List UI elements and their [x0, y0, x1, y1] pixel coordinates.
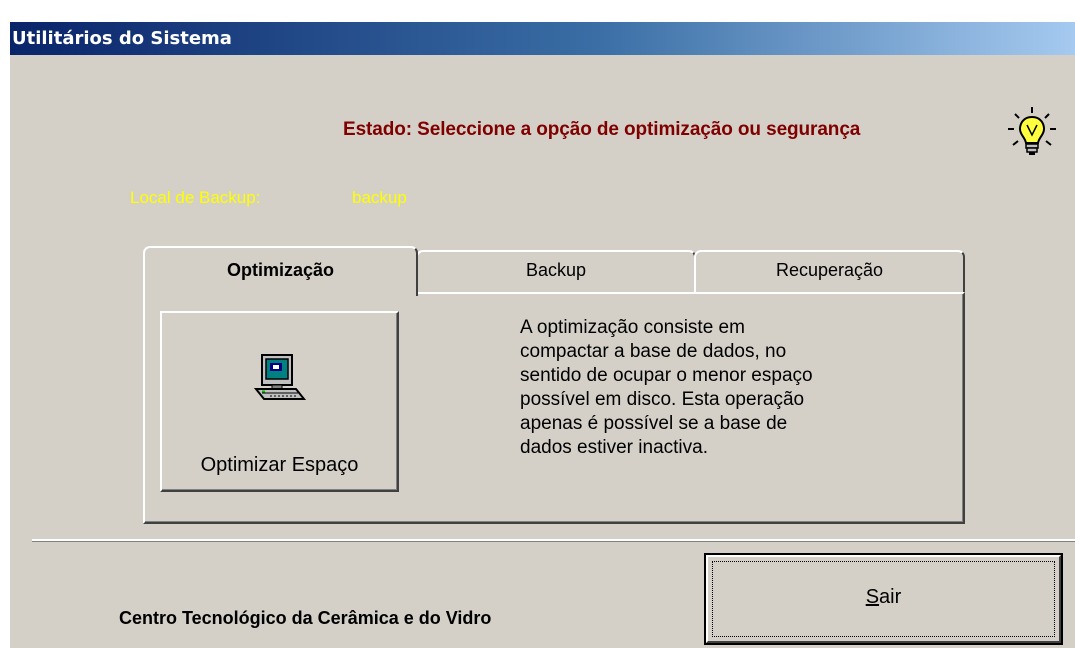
optimize-space-button[interactable]: Optimizar Espaço [160, 311, 399, 492]
optimization-tab-panel: Optimizar Espaço A optimização consiste … [143, 292, 965, 524]
computer-icon [253, 354, 307, 400]
exit-button-label: Sair [706, 586, 1061, 609]
tab-optimization[interactable]: Optimização [143, 246, 418, 296]
utilities-window: Utilitários do Sistema Estado: Seleccion… [8, 22, 1075, 648]
title-bar[interactable]: Utilitários do Sistema [10, 22, 1075, 55]
exit-access-key: S [865, 586, 880, 608]
tab-optimization-label: Optimização [226, 260, 335, 280]
status-text: Estado: Seleccione a opção de optimizaçã… [343, 119, 861, 140]
backup-location-value: backup [352, 188, 407, 207]
backup-location-label: Local de Backup: [130, 188, 261, 207]
tab-backup[interactable]: Backup [416, 250, 696, 292]
tab-backup-label: Backup [525, 260, 587, 280]
lightbulb-icon [1008, 107, 1056, 155]
separator-line [32, 539, 1075, 542]
tab-recovery[interactable]: Recuperação [694, 250, 965, 292]
tab-recovery-label: Recuperação [775, 260, 884, 280]
organization-name: Centro Tecnológico da Cerâmica e do Vidr… [119, 608, 492, 628]
window-title: Utilitários do Sistema [12, 28, 232, 49]
exit-label-rest: air [879, 586, 902, 608]
exit-button[interactable]: Sair [704, 553, 1063, 645]
optimize-space-label: Optimizar Espaço [200, 454, 359, 476]
optimization-description: A optimização consiste em compactar a ba… [520, 317, 813, 458]
